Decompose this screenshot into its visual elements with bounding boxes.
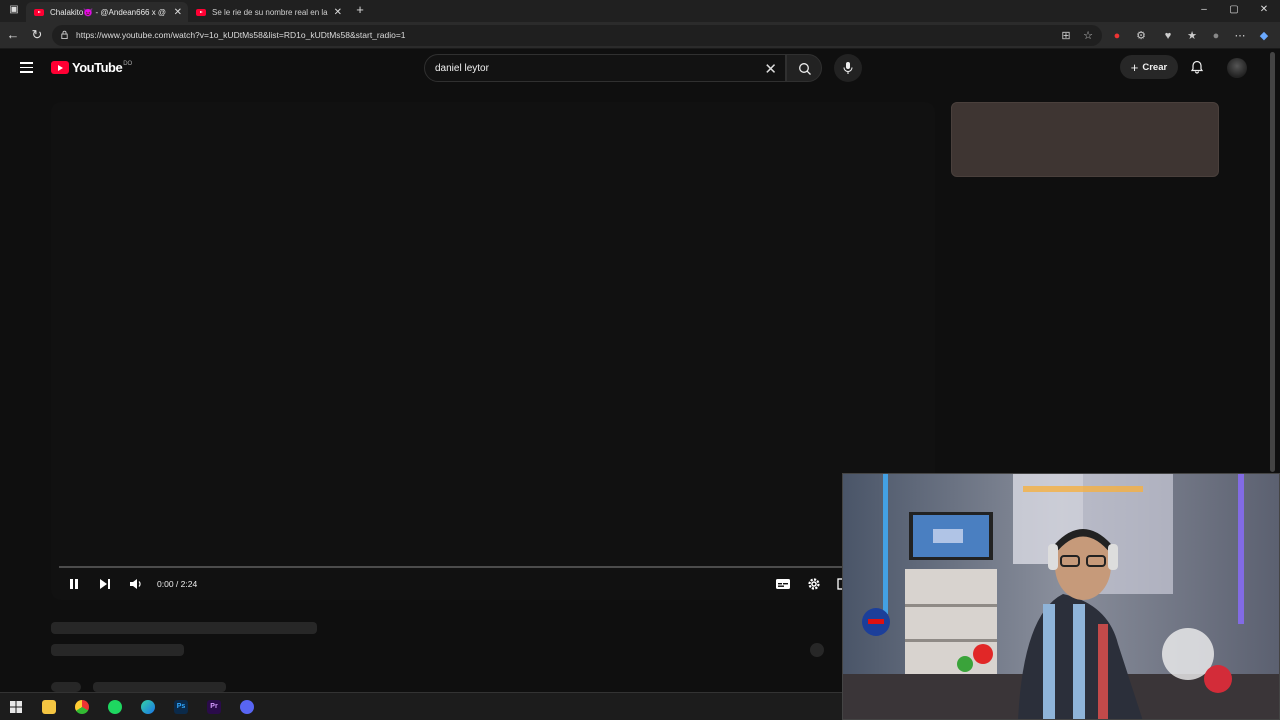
tab-se-le-rie[interactable]: Se le rie de su nombre real en la ✕ <box>188 2 348 22</box>
notifications-bell-icon[interactable] <box>1190 60 1204 74</box>
tab-actions-icon[interactable]: ▣ <box>4 4 24 15</box>
edge-icon[interactable] <box>141 700 155 714</box>
search-icon <box>799 63 811 75</box>
close-window-icon[interactable]: ✕ <box>1254 4 1274 15</box>
youtube-play-icon <box>51 61 69 74</box>
avatar[interactable] <box>1227 58 1247 78</box>
close-tab-icon[interactable]: ✕ <box>174 7 182 18</box>
hamburger-menu-icon[interactable] <box>20 62 33 73</box>
create-label: Crear <box>1142 61 1168 73</box>
logo-text: YouTube <box>72 60 123 75</box>
action-skeleton <box>810 643 824 657</box>
browser-essentials-icon[interactable]: ♥ <box>1162 30 1174 42</box>
tab-title: Se le rie de su nombre real en la <box>212 7 328 17</box>
voice-search-button[interactable] <box>834 54 862 82</box>
refresh-icon[interactable]: ↻ <box>29 28 45 42</box>
tab-chalakito[interactable]: Chalakito👿 - @Andean666 x @ ✕ <box>26 2 188 22</box>
time-display: 0:00 / 2:24 <box>157 579 198 589</box>
subtitles-icon[interactable] <box>775 577 791 591</box>
discord-icon[interactable] <box>240 700 254 714</box>
browser-tab-bar: ▣ Chalakito👿 - @Andean666 x @ ✕ Se le ri… <box>0 0 1280 22</box>
app-available-icon[interactable]: ⊞ <box>1060 30 1072 42</box>
settings-gear-icon[interactable] <box>807 577 821 591</box>
back-icon[interactable]: ← <box>5 28 21 42</box>
chrome-icon[interactable] <box>75 700 89 714</box>
lock-icon <box>61 30 68 39</box>
windows-start-icon[interactable] <box>9 700 23 714</box>
title-skeleton <box>51 622 317 634</box>
copilot-icon[interactable]: ◆ <box>1258 30 1270 42</box>
comment-avatar-skeleton <box>51 682 81 692</box>
profile-icon[interactable]: ● <box>1210 30 1222 42</box>
microphone-icon <box>843 62 853 74</box>
volume-icon[interactable] <box>129 577 143 591</box>
favorites-icon[interactable]: ★ <box>1186 30 1198 42</box>
youtube-logo[interactable]: YouTube DO <box>51 60 132 75</box>
search-value: daniel leytor <box>435 63 489 74</box>
maximize-icon[interactable]: ▢ <box>1224 4 1244 15</box>
webcam-image <box>843 474 1279 719</box>
adblock-extension-icon[interactable]: ● <box>1111 30 1123 42</box>
country-code: DO <box>123 60 133 67</box>
search-button[interactable] <box>786 54 822 82</box>
youtube-header: YouTube DO daniel leytor ✕ + Crear <box>0 50 1280 90</box>
premiere-icon[interactable]: Pr <box>207 700 221 714</box>
close-tab-icon[interactable]: ✕ <box>334 7 342 18</box>
search-input[interactable]: daniel leytor ✕ <box>424 54 786 82</box>
plus-icon: + <box>1130 59 1139 75</box>
youtube-favicon-icon <box>196 8 206 16</box>
minimize-icon[interactable]: – <box>1194 4 1214 15</box>
url-text: https://www.youtube.com/watch?v=1o_kUDtM… <box>76 30 406 40</box>
pause-icon[interactable] <box>67 577 81 591</box>
extensions-icon[interactable]: ⚙ <box>1135 30 1147 42</box>
photoshop-icon[interactable]: Ps <box>174 700 188 714</box>
youtube-favicon-icon <box>34 8 44 16</box>
create-button[interactable]: + Crear <box>1120 55 1178 79</box>
comment-skeleton <box>93 682 226 692</box>
spotify-icon[interactable] <box>108 700 122 714</box>
page-scrollbar[interactable] <box>1270 52 1275 472</box>
progress-bar[interactable] <box>59 566 927 568</box>
menu-icon[interactable]: ⋯ <box>1234 30 1246 42</box>
sidebar-ad-placeholder <box>951 102 1219 177</box>
clear-search-icon[interactable]: ✕ <box>764 60 777 78</box>
file-explorer-icon[interactable] <box>42 700 56 714</box>
star-icon[interactable]: ☆ <box>1082 30 1094 42</box>
windows-taskbar: Ps Pr <box>0 692 842 720</box>
webcam-overlay <box>842 473 1280 720</box>
next-video-icon[interactable] <box>98 577 112 591</box>
new-tab-icon[interactable]: + <box>350 2 370 17</box>
channel-skeleton <box>51 644 184 656</box>
video-player[interactable]: 0:00 / 2:24 <box>51 102 935 600</box>
tab-title: Chalakito👿 - @Andean666 x @ <box>50 7 167 17</box>
address-bar[interactable]: https://www.youtube.com/watch?v=1o_kUDtM… <box>52 25 1102 46</box>
